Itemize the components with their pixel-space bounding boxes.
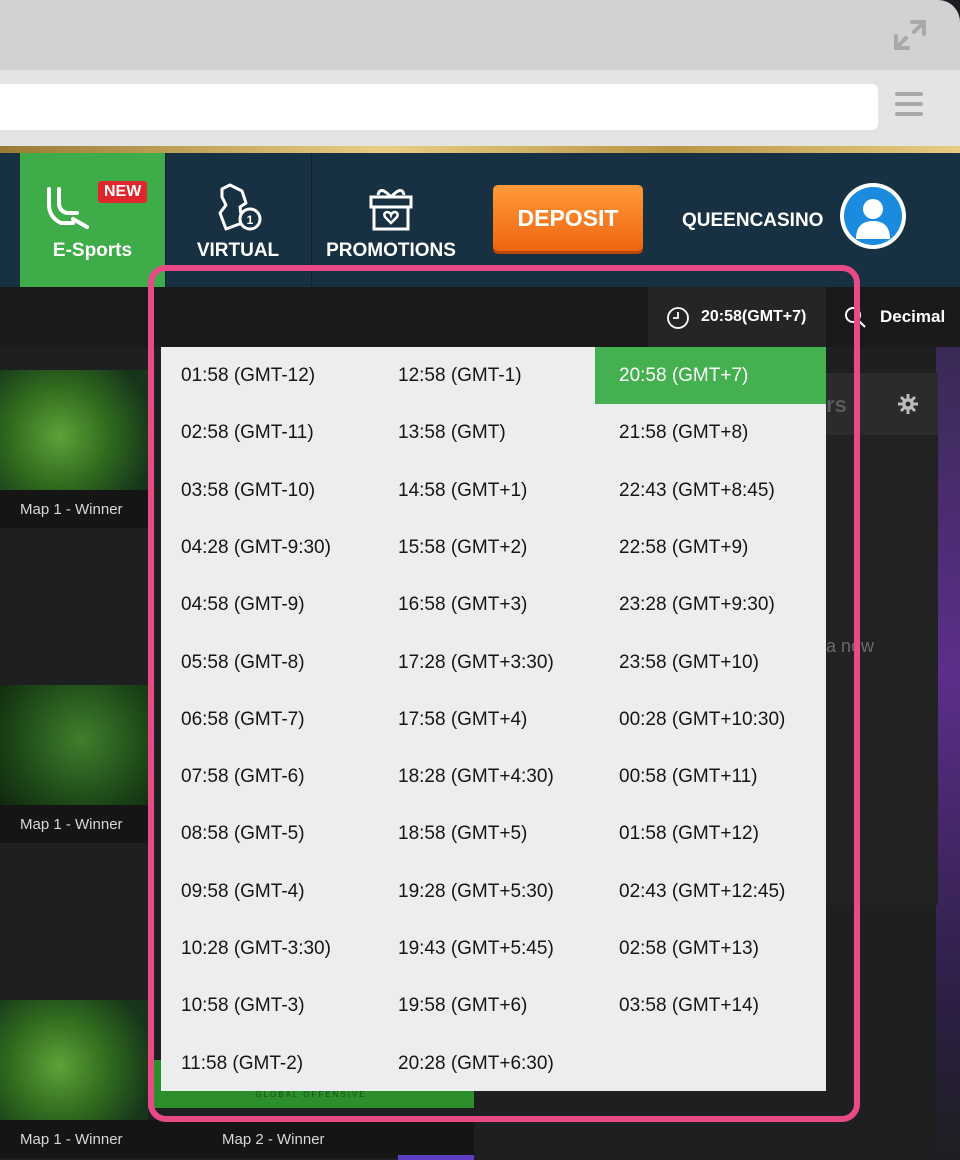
gift-icon bbox=[369, 189, 413, 231]
user-icon bbox=[856, 199, 890, 239]
avatar[interactable] bbox=[840, 183, 906, 249]
hamburger-menu-icon[interactable] bbox=[895, 92, 923, 122]
match-thumbnail[interactable] bbox=[0, 1000, 148, 1120]
market-label: Map 1 - Winner bbox=[20, 501, 123, 518]
new-badge: NEW bbox=[98, 181, 148, 203]
match-thumbnail[interactable] bbox=[0, 685, 148, 805]
expand-icon[interactable] bbox=[892, 18, 928, 52]
gold-divider bbox=[0, 146, 960, 153]
promo-artwork bbox=[936, 347, 960, 1160]
nav-item-esports[interactable]: NEW E-Sports bbox=[20, 153, 165, 287]
market-label: Map 1 - Winner bbox=[20, 816, 123, 833]
svg-text:1: 1 bbox=[247, 213, 254, 227]
nav-label-promotions: PROMOTIONS bbox=[326, 240, 456, 261]
nav-label-virtual: VIRTUAL bbox=[196, 240, 280, 261]
nav-label-esports: E-Sports bbox=[52, 240, 133, 261]
address-bar[interactable] bbox=[0, 84, 878, 130]
odds-format[interactable]: Decimal bbox=[880, 307, 945, 327]
match-thumbnail[interactable] bbox=[0, 370, 148, 490]
horse-icon: 1 bbox=[218, 183, 262, 231]
market-label: Map 2 - Winner bbox=[222, 1131, 325, 1148]
gear-icon[interactable] bbox=[898, 394, 918, 414]
market-label: Map 1 - Winner bbox=[20, 1131, 123, 1148]
highlight-frame bbox=[148, 265, 860, 1122]
username[interactable]: QUEENCASINO bbox=[682, 210, 823, 232]
browser-titlebar bbox=[0, 0, 960, 70]
esports-icon bbox=[47, 187, 90, 229]
active-tab-indicator bbox=[398, 1155, 474, 1160]
deposit-button[interactable]: DEPOSIT bbox=[493, 185, 643, 251]
